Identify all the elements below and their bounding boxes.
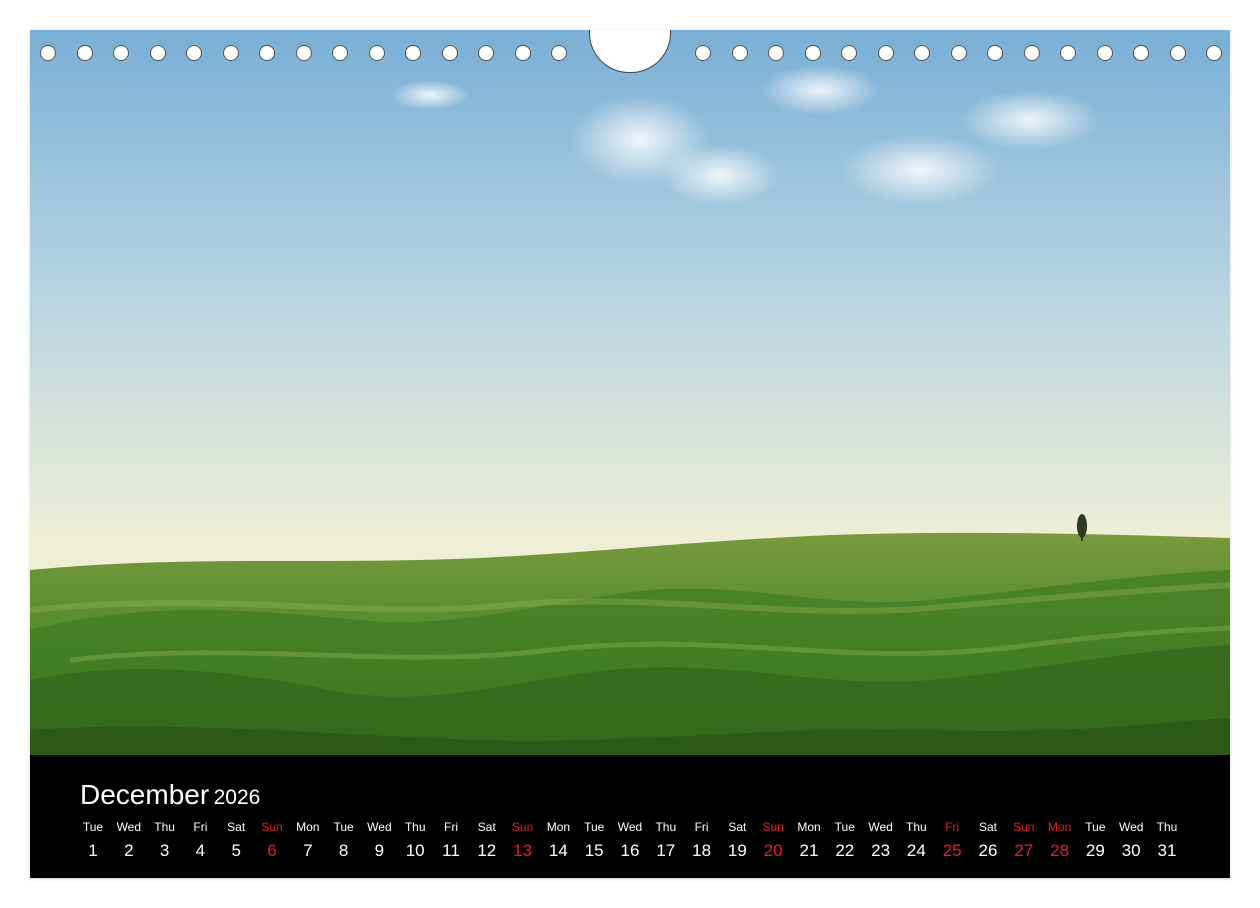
landscape-photo (30, 30, 1230, 755)
weekday-label: Thu (154, 820, 175, 834)
day-number: 8 (338, 841, 349, 860)
binding-hole (332, 45, 348, 61)
binding-hole (295, 45, 312, 61)
binding-hole (368, 45, 385, 61)
month-name: December (80, 779, 210, 810)
weekday-label: Mon (546, 820, 571, 834)
weekday-label: Tue (82, 820, 104, 834)
binding-hole (731, 45, 748, 61)
day-number: 22 (835, 841, 855, 860)
binding-hole (1060, 45, 1076, 61)
day-number: 30 (1121, 841, 1141, 860)
weekday-label: Fri (444, 820, 458, 834)
binding-hole (551, 45, 567, 61)
binding-hole (1023, 45, 1040, 61)
weekday-label: Mon (797, 820, 821, 834)
binding-hole (40, 45, 56, 61)
weekday-label: Thu (655, 820, 677, 834)
weekday-label: Wed (116, 820, 142, 834)
binding-hole (804, 45, 821, 61)
binding-hole (877, 45, 894, 61)
weekday-label: Tue (1085, 820, 1106, 834)
weekday-label: Fri (945, 820, 960, 834)
binding-hole (76, 45, 93, 61)
binding-hole (149, 45, 166, 61)
binding-hole (222, 45, 239, 61)
binding-hole (405, 45, 421, 61)
day-number: 20 (763, 841, 783, 860)
weekday-label: Sun (511, 820, 534, 834)
day-number: 28 (1050, 841, 1070, 860)
weekday-label: Tue (333, 820, 354, 834)
day-number: 26 (978, 841, 998, 860)
calendar-page: December 2026 Tue 1 Wed 2 Thu 3 Fri 4 Sat 5 Sun 6 Mo… (30, 30, 1230, 878)
day-number: 5 (231, 841, 241, 860)
day-number: 31 (1157, 841, 1177, 860)
binding-hole (768, 45, 784, 61)
binding-hole (259, 45, 275, 61)
weekday-label: Wed (617, 820, 643, 834)
weekday-label: Mon (1047, 820, 1072, 834)
weekday-label: Tue (834, 820, 855, 834)
day-number: 11 (442, 841, 460, 860)
weekday-label: Fri (694, 820, 709, 834)
month-title: December 2026 (80, 779, 260, 811)
binding-hole (113, 45, 129, 61)
weekday-label: Thu (404, 820, 426, 834)
binding-hole (1096, 45, 1113, 61)
weekday-label: Mon (296, 820, 320, 834)
binding-hole (987, 45, 1003, 61)
day-number: 3 (159, 841, 170, 860)
day-number: 16 (620, 841, 640, 860)
weekday-label: Wed (367, 820, 392, 834)
day-number: 12 (477, 841, 497, 860)
day-number: 18 (692, 841, 712, 860)
weekday-label: Sat (978, 820, 997, 834)
binding-hole (695, 45, 711, 61)
day-number: 10 (405, 841, 425, 860)
binding-hole (1206, 45, 1222, 61)
weekday-label: Sat (728, 820, 747, 834)
binding-hole (841, 45, 857, 61)
day-number: 2 (124, 841, 134, 860)
weekday-label: Wed (1118, 820, 1144, 834)
binding-hole (950, 45, 967, 61)
day-number: 24 (906, 841, 926, 860)
day-number: 17 (656, 841, 676, 860)
day-number: 1 (88, 841, 98, 860)
weekday-label: Thu (1156, 820, 1178, 834)
weekday-label: Wed (868, 820, 893, 834)
day-number: 7 (303, 841, 313, 860)
weekday-label: Tue (584, 820, 605, 834)
binding-hole (514, 45, 531, 61)
day-number: 25 (942, 841, 962, 860)
day-number: 14 (548, 841, 568, 860)
weekday-label: Sun (762, 820, 784, 834)
day-number: 29 (1085, 841, 1105, 860)
weekday-label: Sat (477, 820, 496, 834)
day-number: 9 (374, 841, 385, 860)
day-number: 19 (727, 841, 747, 860)
day-number: 21 (799, 841, 819, 860)
weekday-label: Fri (193, 820, 208, 834)
calendar-strip: December 2026 Tue 1 Wed 2 Thu 3 Fri 4 Sat 5 Sun 6 Mo… (30, 755, 1230, 878)
binding-hole (441, 45, 458, 61)
binding-hole (1133, 45, 1149, 61)
weekday-label: Thu (906, 820, 927, 834)
day-number: 13 (513, 841, 533, 860)
day-number: 6 (267, 841, 277, 860)
day-number: 4 (195, 841, 206, 860)
day-number: 27 (1014, 841, 1034, 860)
binding-hole (478, 45, 494, 61)
weekday-label: Sun (1013, 820, 1035, 834)
binding-hole (914, 45, 930, 61)
weekday-label: Sun (261, 820, 283, 834)
weekday-label: Sat (227, 820, 246, 834)
year-label: 2026 (213, 786, 261, 809)
binding-hole (186, 45, 202, 61)
day-number: 15 (584, 841, 604, 860)
binding-hole (1169, 45, 1186, 61)
day-number: 23 (871, 841, 891, 860)
